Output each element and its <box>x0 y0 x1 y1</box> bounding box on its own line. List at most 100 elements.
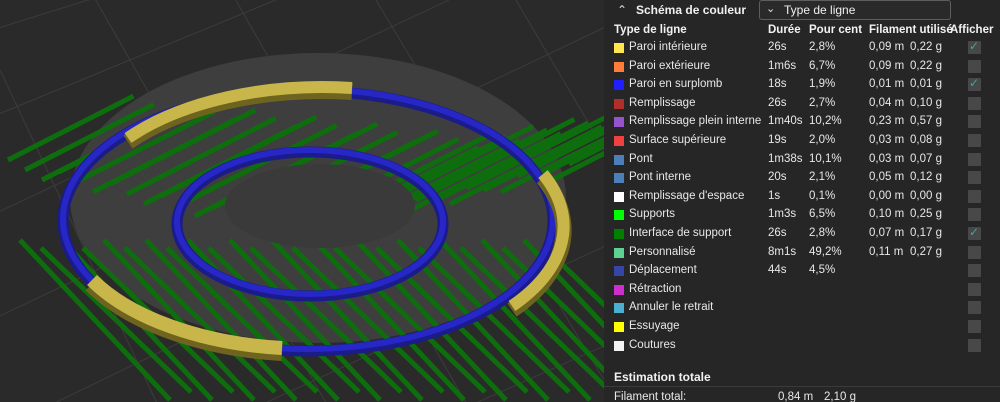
view-type-select[interactable]: ⌄ Type de ligne <box>759 0 951 20</box>
view-type-value: Type de ligne <box>784 3 856 17</box>
line-type-row[interactable]: Paroi extérieure 1m6s 6,7% 0,09 m 0,22 g <box>604 58 1000 77</box>
line-type-percent: 0,1% <box>809 189 836 202</box>
color-swatch <box>614 43 624 53</box>
line-type-row[interactable]: Supports 1m3s 6,5% 0,10 m 0,25 g <box>604 206 1000 225</box>
line-type-row[interactable]: Rétraction <box>604 281 1000 300</box>
show-checkbox[interactable] <box>968 264 981 278</box>
line-type-row[interactable]: Coutures <box>604 337 1000 356</box>
show-checkbox[interactable] <box>968 245 981 259</box>
show-checkbox[interactable] <box>968 59 981 73</box>
line-type-filament-length: 0,07 m <box>869 227 905 239</box>
checkmark-icon: ✓ <box>969 225 980 239</box>
line-type-name: Pont <box>629 152 653 165</box>
line-type-percent: 2,8% <box>809 41 836 53</box>
line-type-row[interactable]: Pont 1m38s 10,1% 0,03 m 0,07 g <box>604 151 1000 170</box>
line-type-name: Remplissage plein interne <box>629 115 762 128</box>
line-type-filament-length: 0,05 m <box>869 171 905 184</box>
line-type-duration: 26s <box>768 41 787 53</box>
show-checkbox[interactable] <box>968 134 981 147</box>
line-type-row[interactable]: Interface de support 26s 2,8% 0,07 m 0,17 g ✓ <box>604 225 1000 244</box>
line-type-filament-weight: 0,10 g <box>910 96 942 109</box>
column-header-percent: Pour cent <box>809 24 863 36</box>
line-type-filament-weight: 0,22 g <box>910 59 942 72</box>
show-checkbox[interactable] <box>968 152 981 166</box>
show-checkbox[interactable] <box>968 96 981 110</box>
line-type-duration: 20s <box>768 171 787 184</box>
toolpath-preview <box>0 0 604 402</box>
color-swatch <box>614 266 624 277</box>
line-type-duration: 1m40s <box>768 115 803 128</box>
show-checkbox[interactable]: ✓ <box>968 225 981 240</box>
line-type-row[interactable]: Déplacement 44s 4,5% <box>604 262 1000 281</box>
total-estimation-title: Estimation totale <box>614 370 711 384</box>
line-type-filament-weight: 0,22 g <box>910 41 942 53</box>
show-checkbox[interactable]: ✓ <box>968 76 981 92</box>
line-type-duration: 1m6s <box>768 59 797 72</box>
line-type-percent: 10,2% <box>809 115 842 128</box>
line-type-percent: 6,5% <box>809 208 836 221</box>
total-filament-label: Filament total: <box>614 391 687 402</box>
show-checkbox[interactable]: ✓ <box>968 39 981 54</box>
line-type-percent: 4,5% <box>809 264 836 277</box>
line-type-name: Remplissage d'espace <box>629 189 745 202</box>
line-type-row[interactable]: Personnalisé 8m1s 49,2% 0,11 m 0,27 g <box>604 244 1000 263</box>
line-type-filament-length: 0,09 m <box>869 41 905 53</box>
line-type-row[interactable]: Annuler le retrait <box>604 299 1000 318</box>
show-checkbox[interactable] <box>968 301 981 315</box>
3d-preview-viewport[interactable] <box>0 0 604 402</box>
column-header-type: Type de ligne <box>614 24 687 36</box>
line-type-percent: 49,2% <box>809 245 842 258</box>
line-type-name: Annuler le retrait <box>629 301 714 314</box>
collapse-chevron-icon[interactable]: ⌃ <box>614 2 630 18</box>
line-type-row[interactable]: Remplissage d'espace 1s 0,1% 0,00 m 0,00 g <box>604 188 1000 207</box>
line-type-filament-weight: 0,27 g <box>910 245 942 258</box>
line-type-duration: 18s <box>768 78 787 91</box>
line-type-row[interactable]: Surface supérieure 19s 2,0% 0,03 m 0,08 g <box>604 132 1000 151</box>
color-swatch <box>614 117 624 128</box>
line-type-name: Personnalisé <box>629 245 696 258</box>
line-type-filament-length: 0,04 m <box>869 96 905 109</box>
line-type-name: Surface supérieure <box>629 134 727 146</box>
checkmark-icon: ✓ <box>969 76 980 91</box>
legend-header: ⌃ Schéma de couleur ⌄ Type de ligne <box>604 0 1000 22</box>
line-type-filament-weight: 0,01 g <box>910 78 942 91</box>
line-type-name: Paroi intérieure <box>629 41 707 53</box>
color-swatch <box>614 61 624 72</box>
color-swatch <box>614 247 624 258</box>
color-swatch <box>614 98 624 109</box>
line-type-name: Supports <box>629 208 676 221</box>
show-checkbox[interactable] <box>968 320 981 333</box>
line-type-filament-weight: 0,07 g <box>910 152 942 165</box>
line-type-row[interactable]: Remplissage plein interne 1m40s 10,2% 0,23 … <box>604 113 1000 132</box>
show-checkbox[interactable] <box>968 282 981 296</box>
show-checkbox[interactable] <box>968 115 981 129</box>
column-header-filament: Filament utilisé <box>869 24 953 36</box>
color-scheme-title: Schéma de couleur <box>636 3 747 17</box>
line-type-percent: 2,7% <box>809 96 836 109</box>
show-checkbox[interactable] <box>968 208 981 222</box>
line-type-row[interactable]: Remplissage 26s 2,7% 0,04 m 0,10 g <box>604 95 1000 114</box>
line-type-row[interactable]: Paroi intérieure 26s 2,8% 0,09 m 0,22 g ✓ <box>604 39 1000 58</box>
column-header-show: Afficher <box>950 24 994 36</box>
line-type-filament-weight: 0,25 g <box>910 208 942 221</box>
show-checkbox[interactable] <box>968 171 981 185</box>
line-type-row[interactable]: Pont interne 20s 2,1% 0,05 m 0,12 g <box>604 169 1000 188</box>
line-type-percent: 2,0% <box>809 134 836 146</box>
line-type-filament-weight: 0,12 g <box>910 171 942 184</box>
show-checkbox[interactable] <box>968 189 981 203</box>
line-type-percent: 2,8% <box>809 227 836 239</box>
line-type-name: Paroi extérieure <box>629 59 711 72</box>
show-checkbox[interactable] <box>968 338 981 352</box>
line-type-filament-weight: 0,08 g <box>910 134 942 146</box>
line-type-row[interactable]: Essuyage <box>604 318 1000 337</box>
line-type-filament-length: 0,01 m <box>869 78 905 91</box>
line-type-duration: 26s <box>768 227 787 239</box>
line-type-row[interactable]: Paroi en surplomb 18s 1,9% 0,01 m 0,01 g ✓ <box>604 76 1000 95</box>
column-header-duration: Durée <box>768 24 801 36</box>
color-swatch <box>614 173 624 184</box>
line-type-duration: 1s <box>768 189 781 202</box>
line-type-filament-length: 0,23 m <box>869 115 905 128</box>
line-type-percent: 6,7% <box>809 59 836 72</box>
line-type-name: Paroi en surplomb <box>629 78 723 91</box>
line-type-filament-length: 0,03 m <box>869 134 905 146</box>
